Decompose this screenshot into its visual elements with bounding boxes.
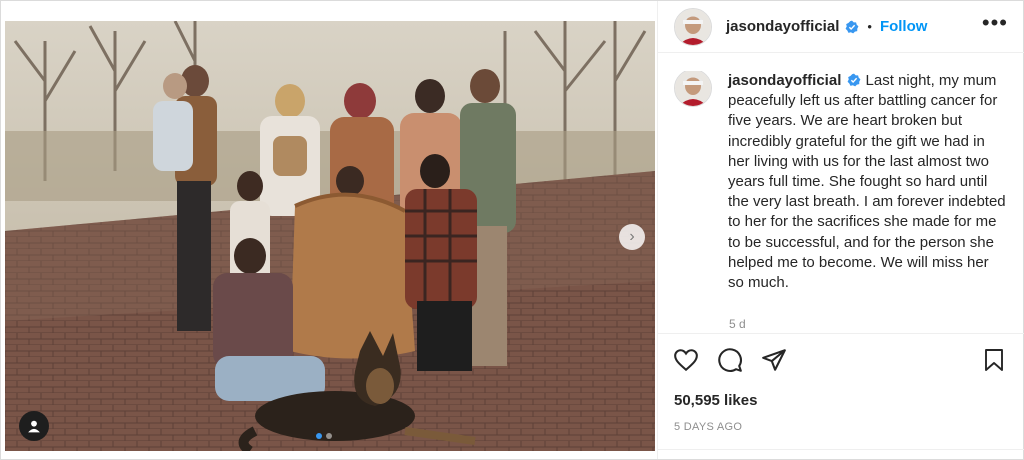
next-photo-button[interactable]: › (619, 224, 645, 250)
caption-username-link[interactable]: jasondayofficial (728, 72, 841, 89)
caption-timestamp: 5 d (729, 317, 746, 331)
verified-icon (845, 20, 859, 33)
bookmark-icon (985, 349, 1003, 371)
instagram-post: › jasondayofficial • Follow ••• jasonday… (0, 0, 1024, 460)
family-photo (5, 21, 655, 451)
comment-button[interactable] (716, 346, 744, 374)
like-button[interactable] (672, 346, 700, 374)
likes-count[interactable]: 50,595 likes (658, 392, 1024, 409)
post-header: jasondayofficial • Follow ••• (658, 1, 1024, 53)
more-options-icon[interactable]: ••• (982, 11, 1008, 34)
user-tag-icon (28, 420, 40, 433)
save-button[interactable] (980, 346, 1008, 374)
share-icon (762, 349, 786, 371)
carousel-dot (326, 433, 332, 439)
chevron-right-icon: › (629, 228, 635, 245)
caption-text-block: jasondayofficial Last night, my mum peac… (728, 71, 1008, 293)
action-bar (658, 334, 1024, 374)
share-button[interactable] (760, 346, 788, 374)
avatar[interactable] (674, 71, 712, 107)
post-date: 5 DAYS AGO (674, 421, 743, 433)
post-side-panel: jasondayofficial • Follow ••• jasondayof… (657, 1, 1024, 459)
comments-area: jasondayofficial Last night, my mum peac… (658, 71, 1024, 333)
post-actions: 50,595 likes 5 DAYS AGO (658, 333, 1024, 433)
tagged-users-button[interactable] (19, 411, 49, 441)
verified-icon (847, 73, 861, 87)
profile-picture (675, 71, 711, 106)
header-separator: • (867, 19, 872, 34)
follow-button[interactable]: Follow (880, 18, 928, 35)
profile-picture (675, 8, 711, 45)
comment-box-divider (658, 449, 1024, 450)
carousel-dot-active (316, 433, 322, 439)
caption: jasondayofficial Last night, my mum peac… (658, 71, 1024, 293)
carousel-indicator (316, 433, 332, 439)
post-photo[interactable]: › (5, 21, 655, 451)
comment-icon (718, 348, 742, 372)
avatar[interactable] (674, 7, 712, 46)
heart-icon (674, 349, 698, 372)
username-link[interactable]: jasondayofficial (726, 18, 839, 35)
caption-body: Last night, my mum peacefully left us af… (728, 72, 1006, 292)
